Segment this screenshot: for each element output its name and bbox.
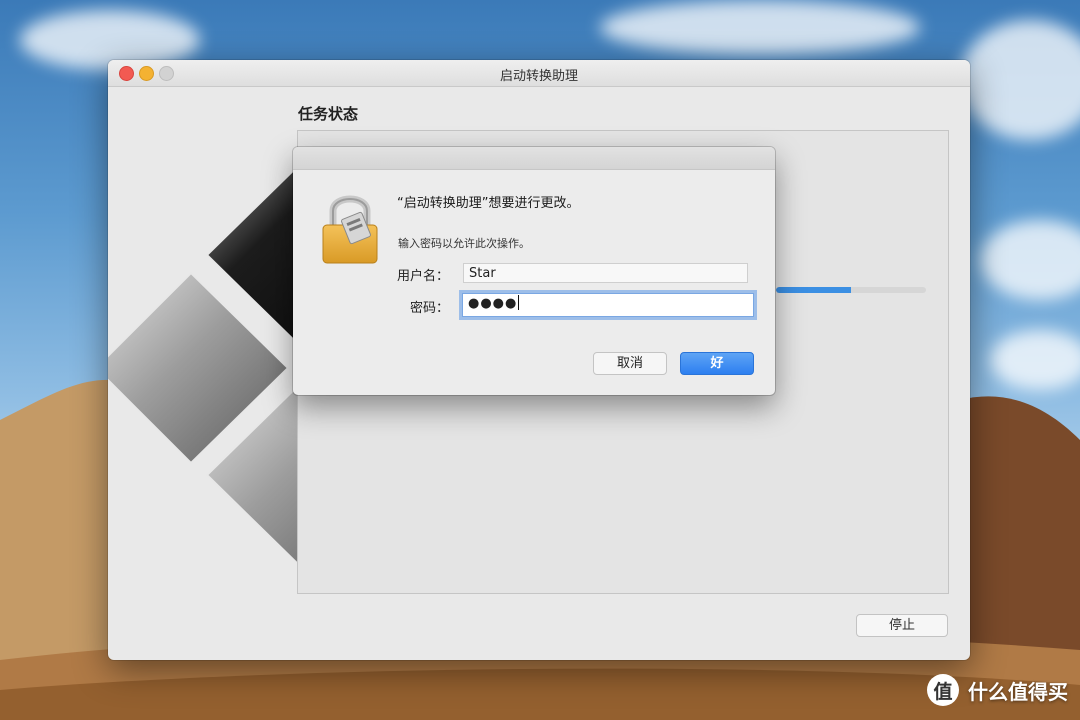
section-title: 任务状态 — [298, 105, 359, 123]
title-bar[interactable]: 启动转换助理 — [108, 60, 970, 87]
progress-bar — [776, 287, 926, 293]
username-field[interactable]: Star — [463, 263, 748, 283]
auth-dialog: “启动转换助理”想要进行更改。 输入密码以允许此次操作。 用户名： Star 密… — [293, 147, 775, 395]
cloud — [980, 220, 1080, 300]
password-label: 密码： — [409, 301, 449, 316]
dialog-heading: “启动转换助理”想要进行更改。 — [397, 196, 580, 211]
watermark: 值 什么值得买 — [927, 672, 1068, 708]
password-field[interactable]: ●●●● — [462, 293, 754, 317]
progress-fill — [776, 287, 851, 293]
dialog-header — [293, 147, 775, 170]
lock-icon — [322, 195, 378, 264]
ok-button[interactable]: 好 — [680, 352, 754, 375]
cloud — [960, 20, 1080, 140]
cloud — [600, 0, 920, 55]
watermark-logo-icon: 值 — [927, 674, 959, 706]
watermark-text: 什么值得买 — [968, 679, 1068, 704]
cancel-button[interactable]: 取消 — [593, 352, 667, 375]
window-title: 启动转换助理 — [499, 69, 578, 84]
dialog-subtitle: 输入密码以允许此次操作。 — [398, 237, 530, 250]
username-label: 用户名： — [396, 269, 449, 284]
password-mask: ●●●● — [468, 296, 518, 311]
text-caret — [518, 295, 520, 310]
stop-button[interactable]: 停止 — [856, 614, 948, 637]
